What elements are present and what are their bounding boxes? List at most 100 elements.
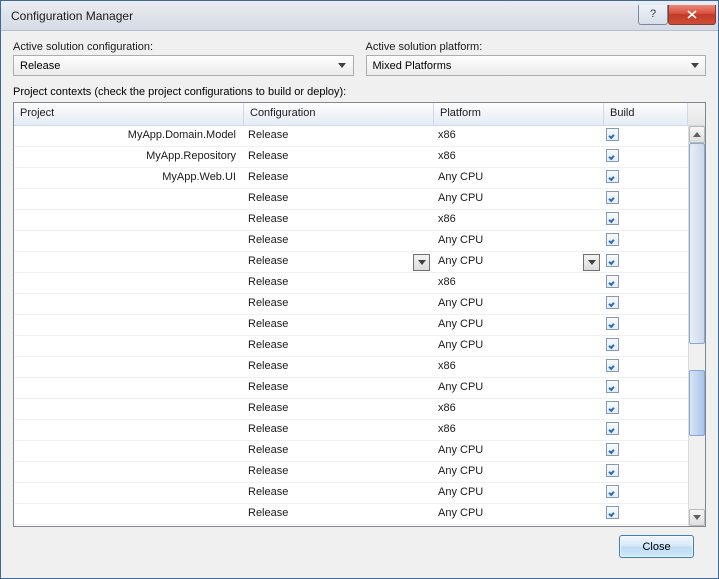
cell-platform[interactable]: Any CPU xyxy=(434,441,604,461)
header-project[interactable]: Project xyxy=(14,103,244,125)
cell-platform[interactable]: Any CPU xyxy=(434,252,604,272)
cell-dropdown-button[interactable] xyxy=(583,254,600,271)
cell-config[interactable]: Release xyxy=(244,273,434,293)
cell-config[interactable]: Release xyxy=(244,168,434,188)
cell-config[interactable]: Release xyxy=(244,147,434,167)
build-checkbox[interactable] xyxy=(606,422,619,435)
cell-platform[interactable]: Any CPU xyxy=(434,378,604,398)
cell-platform[interactable]: Any CPU xyxy=(434,504,604,524)
cell-platform[interactable]: x86 xyxy=(434,273,604,293)
cell-config[interactable]: Release xyxy=(244,420,434,440)
cell-config[interactable]: Release xyxy=(244,315,434,335)
table-row[interactable]: Releasex86 xyxy=(14,399,688,420)
table-row[interactable]: ReleaseAny CPU xyxy=(14,483,688,504)
build-checkbox[interactable] xyxy=(606,296,619,309)
close-window-button[interactable] xyxy=(668,5,716,25)
chevron-down-icon xyxy=(686,57,703,74)
build-checkbox[interactable] xyxy=(606,443,619,456)
table-row[interactable]: MyApp.Domain.ModelReleasex86 xyxy=(14,126,688,147)
scroll-down-button[interactable] xyxy=(689,509,705,526)
scroll-up-button[interactable] xyxy=(689,126,705,143)
cell-platform[interactable]: Any CPU xyxy=(434,336,604,356)
cell-config[interactable]: Release xyxy=(244,378,434,398)
table-row[interactable]: Releasex86 xyxy=(14,357,688,378)
close-button[interactable]: Close xyxy=(619,535,694,558)
project-grid: Project Configuration Platform Build MyA… xyxy=(13,102,706,527)
build-checkbox[interactable] xyxy=(606,212,619,225)
cell-config[interactable]: Release xyxy=(244,336,434,356)
cell-config[interactable]: Release xyxy=(244,294,434,314)
cell-config[interactable]: Release xyxy=(244,483,434,503)
scroll-thumb[interactable] xyxy=(689,143,705,344)
cell-config[interactable]: Release xyxy=(244,231,434,251)
cell-project: MyApp.Web.UI xyxy=(14,168,244,188)
header-configuration[interactable]: Configuration xyxy=(244,103,434,125)
scroll-track[interactable] xyxy=(689,143,705,509)
build-checkbox[interactable] xyxy=(606,317,619,330)
build-checkbox[interactable] xyxy=(606,506,619,519)
table-row[interactable]: ReleaseAny CPU xyxy=(14,294,688,315)
build-checkbox[interactable] xyxy=(606,191,619,204)
cell-config[interactable]: Release xyxy=(244,399,434,419)
table-row[interactable]: MyApp.RepositoryReleasex86 xyxy=(14,147,688,168)
cell-config[interactable]: Release xyxy=(244,126,434,146)
cell-platform[interactable]: Any CPU xyxy=(434,462,604,482)
cell-platform[interactable]: x86 xyxy=(434,357,604,377)
solution-config-dropdown[interactable]: Release xyxy=(13,55,354,76)
cell-platform[interactable]: x86 xyxy=(434,420,604,440)
build-checkbox[interactable] xyxy=(606,275,619,288)
build-checkbox[interactable] xyxy=(606,401,619,414)
cell-config[interactable]: Release xyxy=(244,441,434,461)
cell-dropdown-button[interactable] xyxy=(413,254,430,271)
table-row[interactable]: ReleaseAny CPU xyxy=(14,441,688,462)
build-checkbox[interactable] xyxy=(606,380,619,393)
build-checkbox[interactable] xyxy=(606,233,619,246)
cell-config[interactable]: Release xyxy=(244,504,434,524)
cell-build xyxy=(604,294,688,314)
build-checkbox[interactable] xyxy=(606,464,619,477)
build-checkbox[interactable] xyxy=(606,170,619,183)
cell-platform[interactable]: x86 xyxy=(434,147,604,167)
table-row[interactable]: ReleaseAny CPU xyxy=(14,462,688,483)
vertical-scrollbar[interactable] xyxy=(688,126,705,526)
build-checkbox[interactable] xyxy=(606,149,619,162)
cell-platform[interactable]: Any CPU xyxy=(434,231,604,251)
table-row[interactable]: ReleaseAny CPU xyxy=(14,252,688,273)
table-row[interactable]: Releasex86 xyxy=(14,420,688,441)
build-checkbox[interactable] xyxy=(606,485,619,498)
build-checkbox[interactable] xyxy=(606,254,619,267)
cell-platform[interactable]: Any CPU xyxy=(434,189,604,209)
build-checkbox[interactable] xyxy=(606,359,619,372)
cell-platform[interactable]: Any CPU xyxy=(434,168,604,188)
cell-config[interactable]: Release xyxy=(244,252,434,272)
header-platform[interactable]: Platform xyxy=(434,103,604,125)
cell-project xyxy=(14,210,244,230)
cell-platform[interactable]: Any CPU xyxy=(434,315,604,335)
table-row[interactable]: ReleaseAny CPU xyxy=(14,378,688,399)
cell-platform[interactable]: Any CPU xyxy=(434,483,604,503)
table-row[interactable]: ReleaseAny CPU xyxy=(14,231,688,252)
scroll-thumb-secondary[interactable] xyxy=(689,370,705,436)
cell-config[interactable]: Release xyxy=(244,189,434,209)
header-build[interactable]: Build xyxy=(604,103,688,125)
table-row[interactable]: ReleaseAny CPU xyxy=(14,189,688,210)
cell-build xyxy=(604,483,688,503)
table-row[interactable]: ReleaseAny CPU xyxy=(14,504,688,525)
build-checkbox[interactable] xyxy=(606,128,619,141)
table-row[interactable]: MyApp.Web.UIReleaseAny CPU xyxy=(14,168,688,189)
table-row[interactable]: ReleaseAny CPU xyxy=(14,315,688,336)
table-row[interactable]: Releasex86 xyxy=(14,273,688,294)
cell-platform[interactable]: Any CPU xyxy=(434,294,604,314)
cell-platform[interactable]: x86 xyxy=(434,399,604,419)
cell-platform[interactable]: x86 xyxy=(434,126,604,146)
cell-config[interactable]: Release xyxy=(244,210,434,230)
table-row[interactable]: ReleaseAny CPU xyxy=(14,336,688,357)
cell-platform[interactable]: x86 xyxy=(434,210,604,230)
cell-config[interactable]: Release xyxy=(244,462,434,482)
cell-config[interactable]: Release xyxy=(244,357,434,377)
build-checkbox[interactable] xyxy=(606,338,619,351)
table-row[interactable]: Releasex86 xyxy=(14,210,688,231)
help-button[interactable]: ? xyxy=(638,5,668,25)
section-label: Project contexts (check the project conf… xyxy=(13,86,706,98)
solution-platform-dropdown[interactable]: Mixed Platforms xyxy=(366,55,707,76)
